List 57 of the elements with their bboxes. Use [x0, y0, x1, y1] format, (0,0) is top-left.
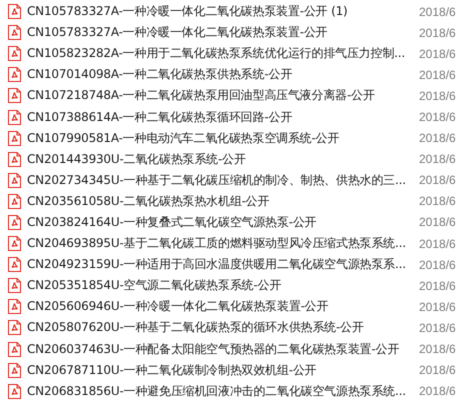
pdf-file-icon: [8, 152, 21, 167]
pdf-file-icon: [8, 320, 21, 336]
file-name[interactable]: CN204923159U-一种适用于高回水温度供暖用二氧化碳空气源热泵系...: [27, 256, 409, 274]
pdf-file-icon: [8, 46, 21, 62]
file-name[interactable]: CN203824164U-一种复叠式二氧化碳空气源热泵-公开: [27, 214, 409, 231]
file-date: 2018/6: [419, 68, 456, 82]
pdf-file-icon: [8, 362, 21, 378]
file-date: 2018/6: [419, 4, 456, 19]
file-date: 2018/6: [419, 342, 456, 356]
pdf-file-icon: [8, 278, 21, 294]
pdf-file-icon: [8, 130, 21, 146]
file-name[interactable]: CN105783327A-一种冷暖一体化二氧化碳热泵装置-公开: [27, 24, 409, 42]
file-date: 2018/6: [419, 46, 456, 61]
file-date: 2018/6: [419, 236, 456, 251]
file-date: 2018/6: [419, 152, 456, 166]
file-name[interactable]: CN206787110U-一种二氧化碳制冷制热双效机组-公开: [27, 362, 409, 379]
pdf-file-icon: [8, 236, 21, 252]
file-name[interactable]: CN205606946U-一种冷暖一体化二氧化碳热泵装置-公开: [27, 298, 409, 316]
file-name[interactable]: CN206037463U-一种配备太阳能空气预热器的二氧化碳热泵装置-公开: [27, 340, 409, 358]
file-name[interactable]: CN205351854U-空气源二氧化碳热泵系统-公开: [27, 277, 409, 294]
file-date: 2018/6: [419, 278, 456, 293]
file-name[interactable]: CN204693895U-基于二氧化碳工质的燃料驱动型风冷压缩式热泵系统...: [27, 235, 409, 252]
file-date: 2018/6: [419, 215, 456, 230]
file-name[interactable]: CN107990581A-一种电动汽车二氧化碳热泵空调系统-公开: [27, 130, 409, 147]
file-name[interactable]: CN107014098A-一种二氧化碳热泵供热系统-公开: [27, 66, 409, 84]
file-date: 2018/6: [419, 26, 456, 40]
pdf-file-icon: [8, 299, 21, 314]
file-date: 2018/6: [419, 300, 456, 314]
file-name[interactable]: CN107388614A-一种二氧化碳热泵循环回路-公开: [27, 108, 409, 126]
file-name[interactable]: CN203561058U-二氧化碳热泵热水机组-公开: [27, 192, 409, 210]
pdf-file-icon: [8, 25, 21, 40]
pdf-file-icon: [8, 110, 21, 125]
file-date: 2018/6: [419, 384, 456, 398]
file-name[interactable]: CN105823282A-一种用于二氧化碳热泵系统优化运行的排气压力控制...: [27, 45, 409, 62]
pdf-file-icon: [8, 4, 21, 20]
file-date: 2018/6: [419, 131, 456, 146]
file-name[interactable]: CN202734345U-一种基于二氧化碳压缩机的制冷、制热、供热水的三...: [27, 172, 409, 189]
file-date: 2018/6: [419, 194, 456, 208]
pdf-file-icon: [8, 88, 21, 104]
file-name[interactable]: CN201443930U-二氧化碳热泵系统-公开: [27, 150, 409, 168]
pdf-file-icon: [8, 342, 21, 357]
file-name[interactable]: CN205807620U-一种基于二氧化碳热泵的循环水供热系统-公开: [27, 319, 409, 336]
pdf-file-icon: [8, 257, 21, 272]
file-name[interactable]: CN105783327A-一种冷暖一体化二氧化碳热泵装置-公开 (1): [27, 3, 409, 20]
file-date: 2018/6: [419, 88, 456, 103]
pdf-file-icon: [8, 384, 21, 399]
file-date: 2018/6: [419, 320, 456, 335]
pdf-file-icon: [8, 214, 21, 230]
file-date: 2018/6: [419, 363, 456, 378]
pdf-file-icon: [8, 67, 21, 82]
file-date: 2018/6: [419, 173, 456, 188]
pdf-file-icon: [8, 172, 21, 188]
pdf-file-icon: [8, 194, 21, 209]
file-name[interactable]: CN206831856U-一种避免压缩机回液冲击的二氧化碳空气源热泵系统...: [27, 382, 409, 400]
file-date: 2018/6: [419, 258, 456, 272]
file-date: 2018/6: [419, 110, 456, 124]
file-name[interactable]: CN107218748A-一种二氧化碳热泵用回油型高压气液分离器-公开: [27, 87, 409, 104]
